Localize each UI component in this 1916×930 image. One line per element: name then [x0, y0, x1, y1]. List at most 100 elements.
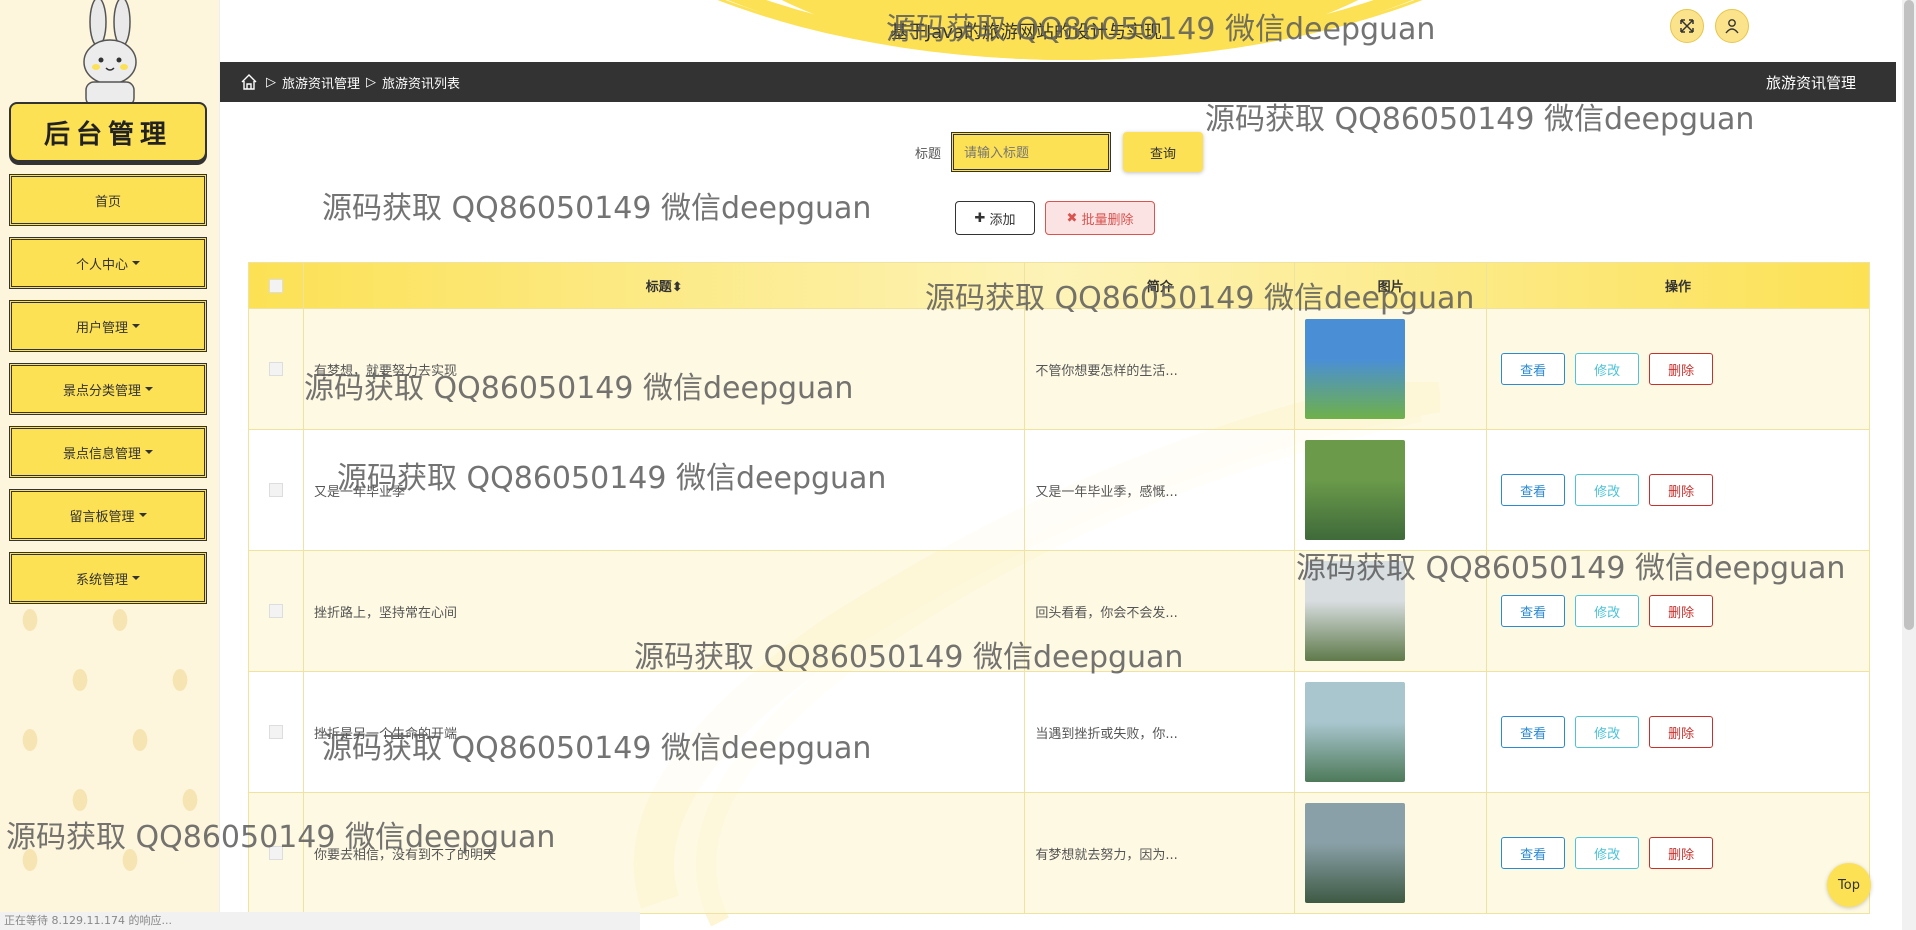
- row-image[interactable]: [1305, 682, 1406, 782]
- topbar: 基于Java的旅游网站的设计与实现: [220, 0, 1896, 62]
- breadcrumb-item[interactable]: 旅游资讯管理: [282, 73, 360, 92]
- delete-button[interactable]: 删除: [1649, 474, 1714, 506]
- sidebar-menu: 首页 个人中心 用户管理 景点分类管理 景点信息管理 留言板管理 系统管理: [9, 174, 207, 615]
- news-table: 标题⬍ 简介 图片 操作 有梦想，就要努力去实现 不管你想要怎样的生活... 查…: [248, 262, 1870, 914]
- search-label: 标题: [915, 146, 942, 162]
- row-image-cell: [1294, 308, 1488, 430]
- sidebar-item-user-management[interactable]: 用户管理: [9, 300, 207, 352]
- search-input[interactable]: [951, 132, 1112, 172]
- plus-icon: ✚: [974, 210, 986, 226]
- row-intro: 又是一年毕业季，感慨...: [1024, 429, 1296, 551]
- row-checkbox[interactable]: [268, 725, 283, 739]
- row-checkbox[interactable]: [268, 362, 283, 376]
- table-row: 你要去相信，没有到不了的明天 有梦想就去努力，因为... 查看 修改 删除: [248, 792, 1870, 914]
- sidebar-item-label: 用户管理: [75, 320, 128, 336]
- user-button[interactable]: [1715, 9, 1749, 43]
- row-ops-cell: 查看 修改 删除: [1486, 792, 1870, 914]
- status-bar: 正在等待 8.129.11.174 的响应...: [0, 912, 640, 930]
- back-to-top-button[interactable]: Top: [1827, 863, 1871, 907]
- sidebar-item-personal-center[interactable]: 个人中心: [9, 237, 207, 289]
- home-icon[interactable]: [240, 73, 258, 91]
- page-title: 旅游资讯管理: [1765, 73, 1856, 92]
- view-button[interactable]: 查看: [1501, 716, 1566, 748]
- scrollbar-thumb[interactable]: [1904, 0, 1914, 630]
- edit-button[interactable]: 修改: [1575, 716, 1640, 748]
- row-ops-cell: 查看 修改 删除: [1486, 671, 1870, 793]
- breadcrumb-separator: ▷: [366, 74, 377, 90]
- view-button[interactable]: 查看: [1501, 353, 1566, 385]
- row-title: 你要去相信，没有到不了的明天: [302, 792, 1026, 914]
- header-image: 图片: [1294, 262, 1488, 309]
- row-checkbox[interactable]: [268, 483, 283, 497]
- action-bar: ✚ 添加 ✖ 批量删除: [955, 201, 1155, 235]
- header-select-all[interactable]: [248, 262, 304, 309]
- scrollbar[interactable]: [1902, 0, 1916, 930]
- row-select-cell: [248, 792, 304, 914]
- main-content: 标题 查询 ✚ 添加 ✖ 批量删除 标题⬍ 简介 图片 操作 有梦: [220, 102, 1896, 930]
- header-intro: 简介: [1024, 262, 1296, 309]
- table-header-row: 标题⬍ 简介 图片 操作: [248, 262, 1870, 309]
- view-button[interactable]: 查看: [1501, 837, 1566, 869]
- header-title[interactable]: 标题⬍: [302, 262, 1026, 309]
- table-row: 挫折是另一个生命的开端 当遇到挫折或失败，你... 查看 修改 删除: [248, 671, 1870, 793]
- view-button[interactable]: 查看: [1501, 595, 1566, 627]
- row-title: 又是一年毕业季: [302, 429, 1026, 551]
- add-button[interactable]: ✚ 添加: [955, 201, 1035, 235]
- search-button[interactable]: 查询: [1123, 132, 1204, 172]
- header-ops: 操作: [1486, 262, 1870, 309]
- edit-button[interactable]: 修改: [1575, 474, 1640, 506]
- row-image[interactable]: [1305, 561, 1406, 661]
- edit-button[interactable]: 修改: [1575, 837, 1640, 869]
- row-ops-cell: 查看 修改 删除: [1486, 308, 1870, 430]
- sidebar-item-label: 首页: [94, 194, 121, 210]
- row-intro: 当遇到挫折或失败，你...: [1024, 671, 1296, 793]
- delete-button[interactable]: 删除: [1649, 716, 1714, 748]
- row-intro: 有梦想就去努力，因为...: [1024, 792, 1296, 914]
- logo-text: 后台管理: [43, 119, 172, 150]
- close-icon: ✖: [1066, 210, 1078, 226]
- caret-down-icon: [145, 450, 153, 454]
- row-image-cell: [1294, 671, 1488, 793]
- sidebar-item-system[interactable]: 系统管理: [9, 552, 207, 604]
- delete-button[interactable]: 删除: [1649, 353, 1714, 385]
- caret-down-icon: [145, 387, 153, 391]
- row-title: 挫折是另一个生命的开端: [302, 671, 1026, 793]
- caret-down-icon: [132, 324, 140, 328]
- row-select-cell: [248, 429, 304, 551]
- sidebar-item-label: 个人中心: [75, 257, 128, 273]
- edit-button[interactable]: 修改: [1575, 353, 1640, 385]
- table-row: 挫折路上，坚持常在心间 回头看看，你会不会发... 查看 修改 删除: [248, 550, 1870, 672]
- breadcrumb: ▷ 旅游资讯管理 ▷ 旅游资讯列表 旅游资讯管理: [220, 62, 1896, 102]
- sort-icon[interactable]: ⬍: [672, 280, 683, 295]
- batch-delete-button[interactable]: ✖ 批量删除: [1045, 201, 1155, 235]
- row-image[interactable]: [1305, 440, 1406, 540]
- row-intro: 不管你想要怎样的生活...: [1024, 308, 1296, 430]
- fullscreen-button[interactable]: [1670, 9, 1704, 43]
- bunny-logo-icon: [83, 0, 137, 107]
- sidebar-item-spot-info[interactable]: 景点信息管理: [9, 426, 207, 478]
- sidebar-item-label: 景点信息管理: [62, 446, 141, 462]
- row-title: 有梦想，就要努力去实现: [302, 308, 1026, 430]
- view-button[interactable]: 查看: [1501, 474, 1566, 506]
- row-checkbox[interactable]: [268, 846, 283, 860]
- user-icon: [1725, 19, 1739, 34]
- edit-button[interactable]: 修改: [1575, 595, 1640, 627]
- select-all-checkbox[interactable]: [268, 278, 283, 293]
- sidebar-item-spot-category[interactable]: 景点分类管理: [9, 363, 207, 415]
- row-image[interactable]: [1305, 803, 1406, 903]
- fullscreen-icon: [1680, 19, 1694, 33]
- sidebar-item-label: 系统管理: [75, 572, 128, 588]
- sidebar-item-home[interactable]: 首页: [9, 174, 207, 226]
- delete-button[interactable]: 删除: [1649, 595, 1714, 627]
- row-ops-cell: 查看 修改 删除: [1486, 429, 1870, 551]
- sidebar-item-message-board[interactable]: 留言板管理: [9, 489, 207, 541]
- add-button-label: 添加: [989, 212, 1016, 228]
- sidebar: 后台管理 首页 个人中心 用户管理 景点分类管理 景点信息管理 留言板管理 系统…: [0, 0, 220, 930]
- table-row: 又是一年毕业季 又是一年毕业季，感慨... 查看 修改 删除: [248, 429, 1870, 551]
- row-image[interactable]: [1305, 319, 1406, 419]
- row-checkbox[interactable]: [268, 604, 283, 618]
- sidebar-item-label: 留言板管理: [69, 509, 135, 525]
- caret-down-icon: [132, 261, 140, 265]
- breadcrumb-item[interactable]: 旅游资讯列表: [382, 73, 460, 92]
- delete-button[interactable]: 删除: [1649, 837, 1714, 869]
